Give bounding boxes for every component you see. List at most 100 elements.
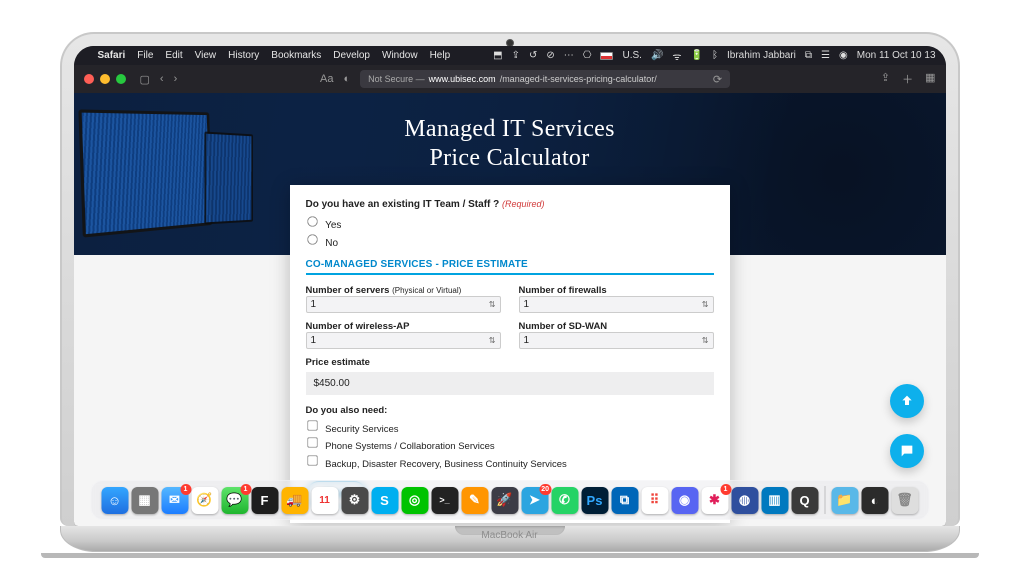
chat-icon xyxy=(899,443,915,459)
shield-icon[interactable]: ◐ xyxy=(343,73,350,85)
hero-decor xyxy=(204,131,253,224)
dock-telegram[interactable]: ➤20 xyxy=(521,487,548,514)
dock-messages[interactable]: 💬1 xyxy=(221,487,248,514)
menu-view[interactable]: View xyxy=(195,50,217,61)
status-icon[interactable]: ⬒ xyxy=(493,50,502,61)
dock-slack[interactable]: ✱1 xyxy=(701,487,728,514)
battery-icon[interactable]: 🔋 xyxy=(691,50,703,61)
dock-transmit[interactable]: 🚚 xyxy=(281,487,308,514)
dock-trello[interactable]: ▥ xyxy=(761,487,788,514)
dock-calendar[interactable]: 11 xyxy=(311,487,338,514)
window-minimize-button[interactable] xyxy=(100,74,110,84)
scroll-top-button[interactable] xyxy=(890,384,924,418)
menu-window[interactable]: Window xyxy=(382,50,418,61)
new-tab-button[interactable]: ＋ xyxy=(902,71,913,87)
user-menu[interactable]: Ibrahim Jabbari xyxy=(727,50,796,61)
volume-icon[interactable]: 🔊 xyxy=(651,50,663,61)
dock-vscode[interactable]: ⧉ xyxy=(611,487,638,514)
sidebar-toggle-icon[interactable]: ▢ xyxy=(140,73,150,86)
hero-decor xyxy=(78,109,212,237)
radio-yes[interactable]: Yes xyxy=(306,215,714,233)
reload-icon[interactable]: ⟳ xyxy=(713,73,722,86)
calculator-card: Do you have an existing IT Team / Staff … xyxy=(290,185,730,523)
app-menu[interactable]: Safari xyxy=(98,50,126,61)
dock-skype[interactable]: S xyxy=(371,487,398,514)
input-lang[interactable]: U.S. xyxy=(622,50,641,61)
menu-develop[interactable]: Develop xyxy=(333,50,370,61)
chk-phone[interactable]: Phone Systems / Collaboration Services xyxy=(306,436,714,453)
menu-bookmarks[interactable]: Bookmarks xyxy=(271,50,321,61)
forward-button[interactable]: › xyxy=(174,73,178,85)
badge: 20 xyxy=(539,484,551,495)
dock-trash[interactable]: 🗑 xyxy=(891,487,918,514)
chk-security[interactable]: Security Services xyxy=(306,419,714,436)
dock-pages[interactable]: ✎ xyxy=(461,487,488,514)
dock-discord[interactable]: ◉ xyxy=(671,487,698,514)
sync-icon[interactable]: ↺ xyxy=(529,50,537,61)
reader-icon[interactable]: Aa xyxy=(320,73,333,85)
badge: 1 xyxy=(240,484,251,495)
chk-backup[interactable]: Backup, Disaster Recovery, Business Cont… xyxy=(306,454,714,471)
menu-help[interactable]: Help xyxy=(430,50,451,61)
share-icon[interactable]: ⇪ xyxy=(881,71,890,87)
dock-finder[interactable]: ☺ xyxy=(101,487,128,514)
page-content: Managed IT Services Price Calculator Do … xyxy=(74,93,946,526)
dock-whatsapp[interactable]: ✆ xyxy=(551,487,578,514)
sdwan-select[interactable]: 1⇅ xyxy=(519,332,714,349)
safari-toolbar: ▢ ‹ › Aa ◐ Not Secure — www.ubisec.com/m… xyxy=(74,65,946,93)
dock-terminal[interactable]: >_ xyxy=(431,487,458,514)
url-path: /managed-it-services-pricing-calculator/ xyxy=(500,74,657,84)
chevron-updown-icon: ⇅ xyxy=(702,336,709,345)
wireless-select[interactable]: 1⇅ xyxy=(306,332,501,349)
status-icon[interactable]: ⎔ xyxy=(583,50,592,61)
bluetooth-icon[interactable]: ᛒ xyxy=(712,50,718,61)
dock-quicktime[interactable]: Q xyxy=(791,487,818,514)
firewalls-select[interactable]: 1⇅ xyxy=(519,296,714,313)
dropbox-icon[interactable]: ⇪ xyxy=(512,50,520,61)
dock: ☺▦✉1🧭💬1F🚚11⚙S◎>_✎🚀➤20✆Ps⧉⠿◉✱1◍▥Q📁◐🗑 xyxy=(90,480,929,520)
dock-settings[interactable]: ⚙ xyxy=(341,487,368,514)
dock-mail[interactable]: ✉1 xyxy=(161,487,188,514)
badge: 1 xyxy=(720,484,731,495)
chevron-updown-icon: ⇅ xyxy=(702,300,709,309)
screen-icon[interactable]: ⧉ xyxy=(805,50,812,61)
menu-history[interactable]: History xyxy=(228,50,259,61)
dock-github[interactable]: ◐ xyxy=(861,487,888,514)
dock-photoshop[interactable]: Ps xyxy=(581,487,608,514)
required-label: (Required) xyxy=(502,199,545,209)
dock-folder[interactable]: 📁 xyxy=(831,487,858,514)
menu-edit[interactable]: Edit xyxy=(165,50,182,61)
dock-anydesk[interactable]: ⠿ xyxy=(641,487,668,514)
siri-icon[interactable]: ◉ xyxy=(839,50,848,61)
dock-figma[interactable]: F xyxy=(251,487,278,514)
chat-button[interactable] xyxy=(890,434,924,468)
status-icon[interactable]: ⋯ xyxy=(564,50,574,61)
section-header: CO-MANAGED SERVICES - PRICE ESTIMATE xyxy=(306,259,714,275)
firewalls-label: Number of firewalls xyxy=(519,285,607,296)
dock-safari[interactable]: 🧭 xyxy=(191,487,218,514)
chevron-updown-icon: ⇅ xyxy=(489,300,496,309)
sdwan-label: Number of SD-WAN xyxy=(519,321,608,332)
window-close-button[interactable] xyxy=(84,74,94,84)
laptop-label: MacBook Air xyxy=(481,530,537,541)
also-need-label: Do you also need: xyxy=(306,405,714,416)
menu-file[interactable]: File xyxy=(137,50,153,61)
radio-no[interactable]: No xyxy=(306,233,714,251)
back-button[interactable]: ‹ xyxy=(160,73,164,85)
wireless-label: Number of wireless-AP xyxy=(306,321,410,332)
url-field[interactable]: Not Secure — www.ubisec.com/managed-it-s… xyxy=(360,70,730,88)
tabs-overview-icon[interactable]: ▦ xyxy=(925,71,935,87)
dock-rocket[interactable]: 🚀 xyxy=(491,487,518,514)
clock[interactable]: Mon 11 Oct 10 13 xyxy=(857,50,936,61)
status-icon[interactable]: ⊘ xyxy=(546,50,554,61)
window-maximize-button[interactable] xyxy=(116,74,126,84)
control-center-icon[interactable]: ☰ xyxy=(821,50,830,61)
wifi-icon[interactable]: ᯤ xyxy=(672,49,681,63)
servers-select[interactable]: 1⇅ xyxy=(306,296,501,313)
not-secure-label: Not Secure — xyxy=(368,74,425,84)
dock-line[interactable]: ◎ xyxy=(401,487,428,514)
dock-launchpad[interactable]: ▦ xyxy=(131,487,158,514)
macos-menubar: Safari File Edit View History Bookmarks … xyxy=(74,46,946,65)
dock-tweetbot[interactable]: ◍ xyxy=(731,487,758,514)
flag-icon[interactable] xyxy=(600,52,613,60)
